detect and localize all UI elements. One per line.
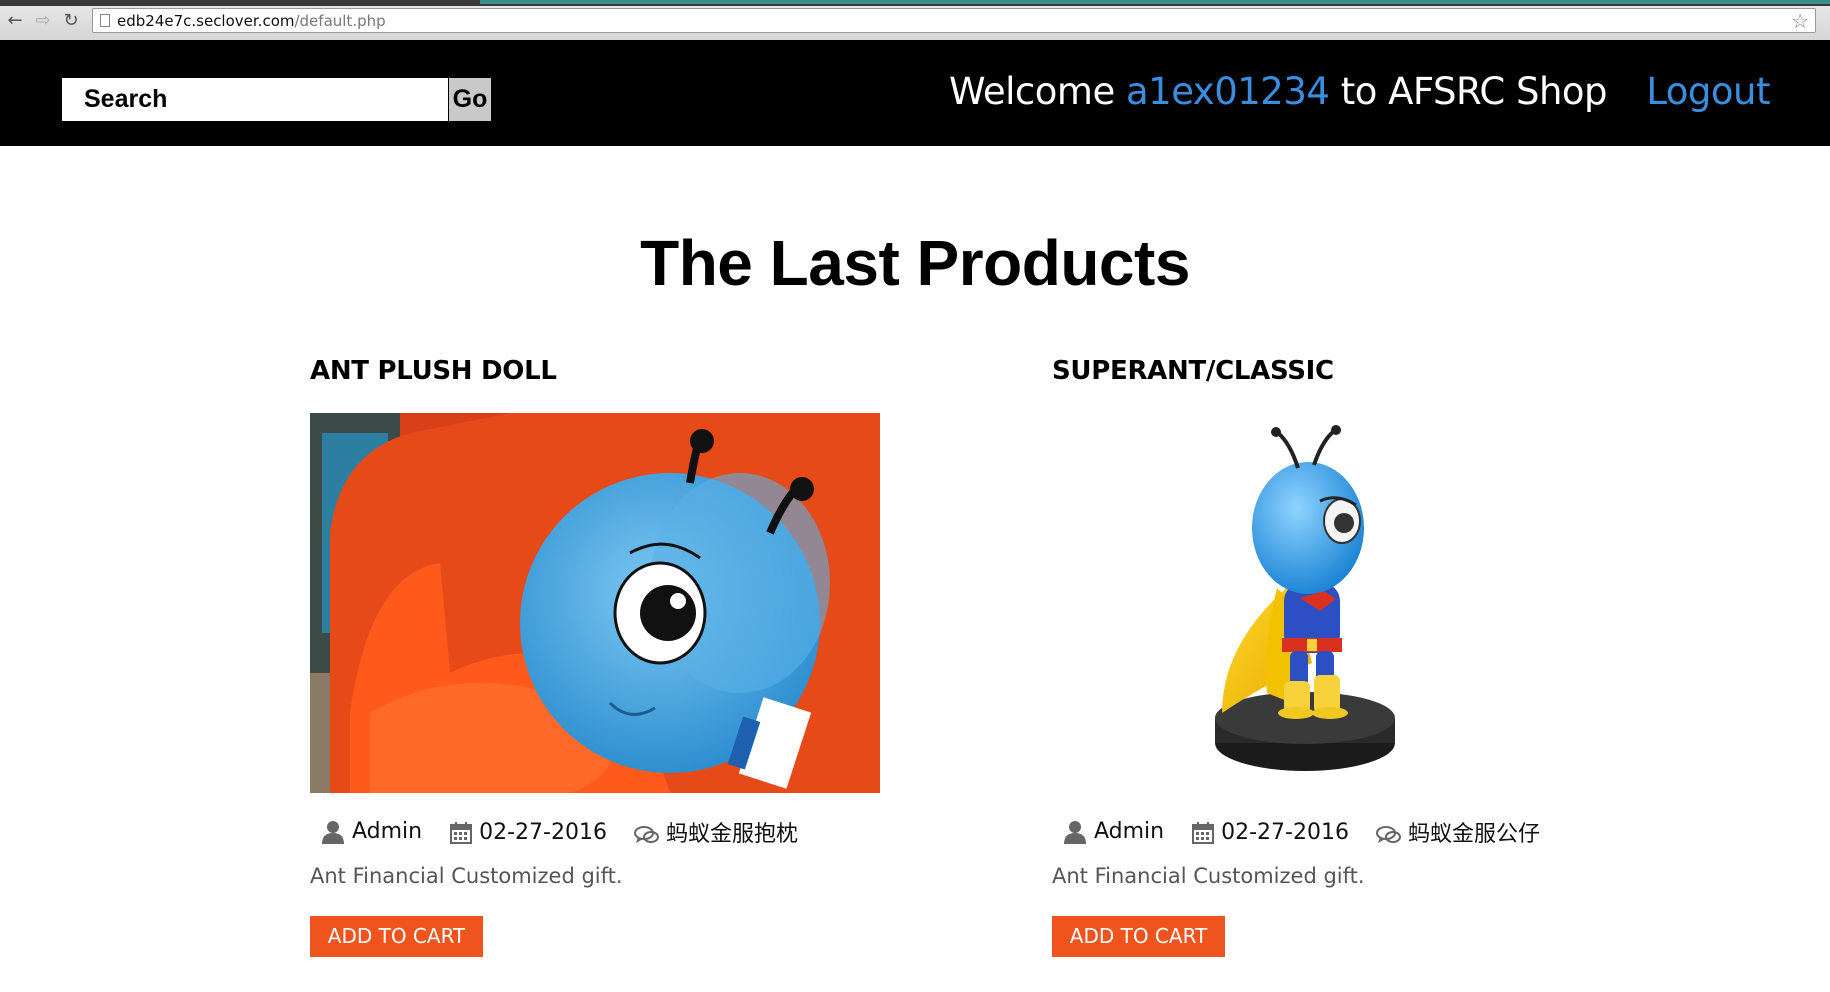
bookmark-star-icon[interactable]: ☆	[1791, 9, 1809, 33]
author-meta: Admin	[1062, 819, 1164, 845]
browser-chrome: ← ⇨ ↻ edb24e7c.seclover.com/default.php …	[0, 0, 1830, 41]
author-name[interactable]: Admin	[352, 819, 422, 844]
product-tag[interactable]: 蚂蚁金服抱枕	[666, 822, 798, 847]
post-date: 02-27-2016	[1221, 819, 1349, 845]
address-bar[interactable]: edb24e7c.seclover.com/default.php ☆	[92, 8, 1816, 33]
comments-icon	[633, 826, 659, 843]
date-meta: 02-27-2016	[449, 820, 607, 845]
welcome-suffix: to AFSRC Shop	[1340, 70, 1608, 113]
user-icon	[1064, 821, 1086, 844]
add-to-cart-button[interactable]: ADD TO CART	[1052, 916, 1225, 957]
search-box	[62, 78, 448, 121]
tag-meta: 蚂蚁金服抱枕	[633, 816, 798, 848]
username-link[interactable]: a1ex01234	[1126, 70, 1330, 113]
tag-meta: 蚂蚁金服公仔	[1375, 816, 1540, 848]
product-name[interactable]: ANT PLUSH DOLL	[310, 356, 910, 386]
site-header: Go Welcome a1ex01234 to AFSRC Shop Logou…	[0, 40, 1830, 146]
welcome-prefix: Welcome	[948, 70, 1115, 113]
date-meta: 02-27-2016	[1191, 820, 1349, 845]
reload-icon[interactable]: ↻	[60, 11, 82, 31]
product-description: Ant Financial Customized gift.	[310, 864, 623, 888]
comments-icon	[1375, 826, 1401, 843]
author-meta: Admin	[320, 819, 422, 845]
forward-icon[interactable]: ⇨	[32, 11, 54, 31]
product-meta: Admin 02-27-2016 蚂蚁金服抱枕	[320, 816, 818, 848]
ant-plush-doll-photo	[310, 413, 880, 793]
product-meta: Admin 02-27-2016 蚂蚁金服公仔	[1062, 816, 1560, 848]
user-icon	[322, 821, 344, 844]
tab-strip	[0, 0, 1830, 6]
product-tag[interactable]: 蚂蚁金服公仔	[1408, 822, 1540, 847]
page-icon	[100, 14, 110, 27]
back-icon[interactable]: ←	[4, 11, 26, 31]
go-button[interactable]: Go	[449, 78, 491, 121]
superant-figure-photo	[1052, 413, 1622, 793]
add-to-cart-button[interactable]: ADD TO CART	[310, 916, 483, 957]
product-description: Ant Financial Customized gift.	[1052, 864, 1365, 888]
product-card: ANT PLUSH DOLL Admin 02-27-2016 蚂蚁金服抱枕 A…	[310, 356, 910, 957]
product-card: SUPERANT/CLASSIC Admin 02-27-2016 蚂蚁金服公仔…	[1052, 356, 1652, 957]
post-date: 02-27-2016	[479, 819, 607, 845]
product-name[interactable]: SUPERANT/CLASSIC	[1052, 356, 1652, 386]
page-title: The Last Products	[640, 227, 1190, 299]
calendar-icon	[1192, 821, 1215, 844]
product-image[interactable]	[310, 413, 880, 793]
product-image[interactable]	[1052, 413, 1622, 793]
logout-link[interactable]: Logout	[1646, 70, 1770, 113]
author-name[interactable]: Admin	[1094, 819, 1164, 844]
calendar-icon	[450, 821, 473, 844]
url-text: edb24e7c.seclover.com/default.php	[117, 12, 386, 30]
search-input[interactable]	[62, 78, 448, 121]
welcome-message: Welcome a1ex01234 to AFSRC Shop Logout	[948, 70, 1771, 113]
